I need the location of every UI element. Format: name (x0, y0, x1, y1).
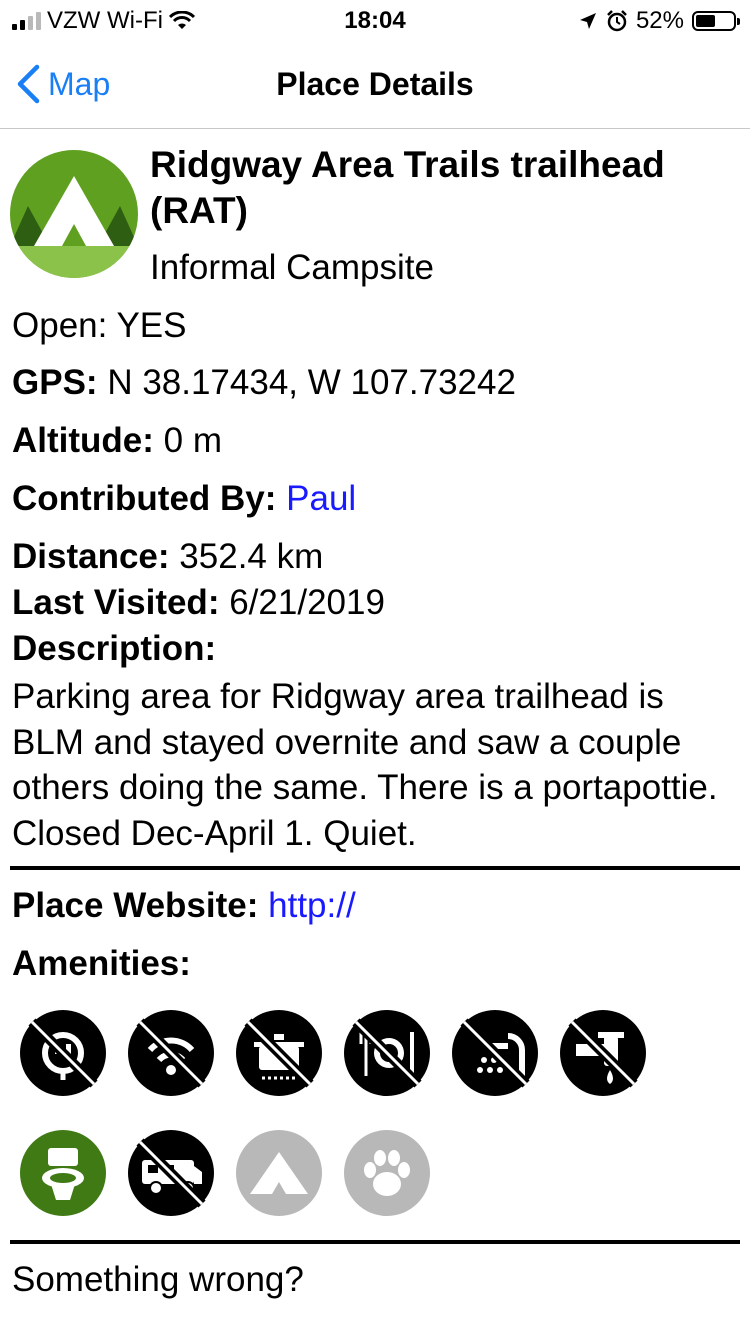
amenities-heading-row: Amenities: (12, 944, 191, 984)
wifi-icon[interactable] (126, 1008, 216, 1098)
open-row: Open: YES (12, 306, 187, 346)
open-value: YES (116, 306, 187, 345)
place-name: Ridgway Area Trails trailhead (RAT) (150, 144, 665, 231)
altitude-value: 0 m (163, 421, 223, 460)
altitude-row: Altitude: 0 m (12, 421, 222, 461)
distance-label: Distance: (12, 537, 170, 576)
amenities-label: Amenities: (12, 944, 191, 983)
toilets-icon[interactable] (18, 1128, 108, 1218)
report-problem-link[interactable]: Something wrong? (12, 1260, 304, 1300)
electricity-icon[interactable] (18, 1008, 108, 1098)
rv-icon[interactable] (126, 1128, 216, 1218)
divider (10, 1240, 740, 1244)
battery-percent: 52% (635, 7, 684, 34)
kitchen-icon[interactable] (234, 1008, 324, 1098)
restaurant-icon[interactable] (342, 1008, 432, 1098)
contributed-label: Contributed By: (12, 479, 277, 518)
gps-row: GPS: N 38.17434, W 107.73242 (12, 363, 516, 403)
campsite-logo-icon (10, 150, 138, 278)
website-label: Place Website: (12, 886, 259, 925)
distance-row: Distance: 352.4 km (12, 537, 323, 577)
divider (10, 866, 740, 870)
tent-icon[interactable] (234, 1128, 324, 1218)
description-label: Description: (12, 629, 217, 668)
gps-value: N 38.17434, W 107.73242 (107, 363, 516, 402)
website-row: Place Website: http:// (12, 886, 356, 926)
altitude-label: Altitude: (12, 421, 154, 460)
navigation-bar: Map Place Details (0, 40, 750, 129)
status-bar: VZW Wi-Fi 18:04 52% (0, 0, 750, 40)
last-visited-value: 6/21/2019 (229, 583, 385, 622)
contributed-row: Contributed By: Paul (12, 479, 356, 519)
description-label-row: Description: (12, 629, 216, 669)
water-icon[interactable] (558, 1008, 648, 1098)
gps-label: GPS: (12, 363, 98, 402)
battery-level (696, 15, 715, 27)
last-visited-row: Last Visited: 6/21/2019 (12, 583, 385, 623)
place-type: Informal Campsite (150, 248, 434, 287)
pets-icon[interactable] (342, 1128, 432, 1218)
alarm-icon (607, 10, 627, 32)
battery-icon (692, 11, 740, 31)
last-visited-label: Last Visited: (12, 583, 220, 622)
page-title: Place Details (276, 66, 474, 102)
open-label: Open: (12, 306, 108, 345)
description-text: Parking area for Ridgway area trailhead … (12, 677, 718, 853)
showers-icon[interactable] (450, 1008, 540, 1098)
status-right: 52% (578, 7, 740, 35)
distance-value: 352.4 km (179, 537, 324, 576)
website-link[interactable]: http:// (268, 886, 356, 925)
contributor-link[interactable]: Paul (286, 479, 356, 518)
location-arrow-icon (579, 13, 596, 29)
